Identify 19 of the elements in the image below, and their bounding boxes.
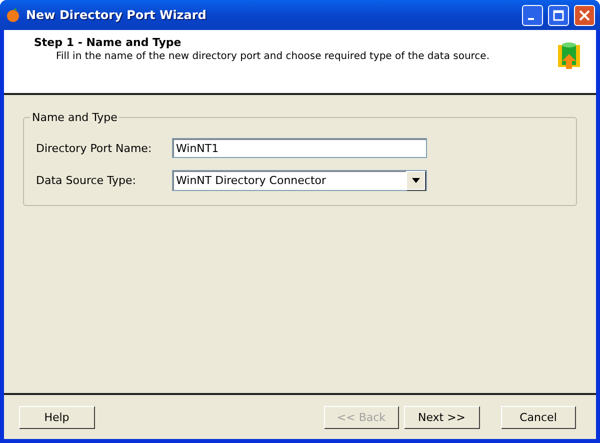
wizard-button[interactable]: Help	[19, 406, 94, 428]
minimize-icon	[528, 18, 534, 20]
step-title: Step 1 - Name and Type	[34, 36, 182, 49]
app-icon	[5, 7, 21, 23]
group-title: Name and Type	[31, 111, 118, 124]
wizard-button[interactable]: Cancel	[500, 406, 576, 428]
close-icon	[579, 10, 590, 20]
port-name-field[interactable]: WinNT1	[172, 138, 427, 158]
maximize-button[interactable]	[548, 4, 569, 26]
step-description: Fill in the name of the new directory port and choose required type of the data source.	[55, 51, 491, 62]
wizard-button[interactable]: Next >>	[404, 406, 480, 428]
close-button[interactable]	[574, 4, 595, 26]
data-source-dropdown[interactable]: WinNT Directory Connector	[172, 170, 427, 191]
maximize-icon	[553, 10, 564, 20]
window-title: New Directory Port Wizard	[26, 8, 208, 22]
field-label: Data Source Type:	[36, 174, 138, 187]
minimize-button[interactable]	[522, 4, 543, 26]
field-label: Directory Port Name:	[36, 142, 153, 154]
database-upload-icon	[556, 42, 582, 72]
